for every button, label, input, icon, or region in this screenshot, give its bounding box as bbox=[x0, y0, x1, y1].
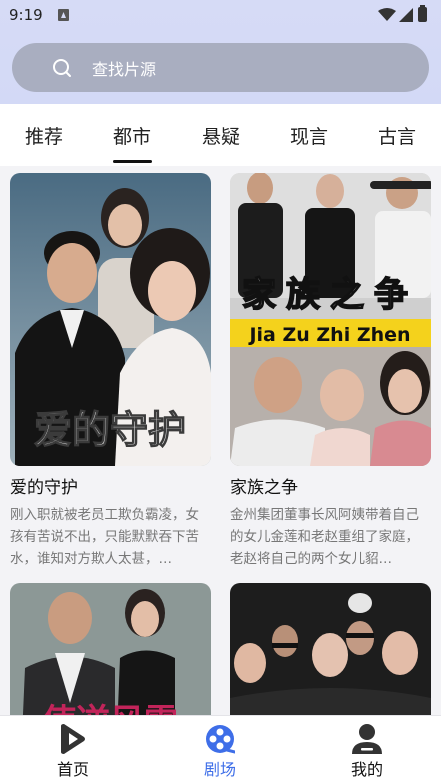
nav-profile-label: 我的 bbox=[350, 760, 383, 779]
drama-poster[interactable]: 爱的守护 bbox=[10, 173, 211, 466]
drama-poster[interactable]: 家族之争 Jia Zu Zhi Zhen bbox=[230, 173, 431, 466]
status-time: 9:19 bbox=[9, 6, 43, 24]
play-icon bbox=[61, 724, 85, 754]
drama-title[interactable]: 爱的守护 bbox=[10, 473, 78, 498]
poster-image bbox=[230, 583, 431, 715]
drama-description: 刚入职就被老员工欺负霸凌，女孩有苦说不出，只能默默吞下苦水，谁知对方欺人太甚，… bbox=[10, 507, 199, 567]
poster-subtitle-text: Jia Zu Zhi Zhen bbox=[247, 324, 410, 346]
poster-title-text: 家族之争 bbox=[242, 275, 418, 315]
active-tab-indicator bbox=[113, 160, 152, 163]
header: 9:19 查找片源 bbox=[0, 0, 441, 104]
poster-image: 爱的守护 bbox=[10, 173, 211, 466]
bottom-navigation: 首页 剧场 我的 bbox=[0, 715, 441, 784]
category-tabs: 推荐 都市 悬疑 现言 古言 bbox=[0, 104, 441, 166]
search-bar[interactable]: 查找片源 bbox=[12, 43, 429, 92]
status-bar: 9:19 bbox=[0, 0, 441, 32]
battery-icon bbox=[418, 5, 427, 22]
tab-suspense[interactable]: 悬疑 bbox=[202, 122, 240, 149]
poster-image: 家族之争 Jia Zu Zhi Zhen bbox=[230, 173, 431, 466]
nav-profile[interactable]: 我的 bbox=[327, 716, 407, 784]
drama-feed: 爱的守护 爱的守护 刚入职就被老员工欺负霸凌，女孩有苦说不出，只能默默吞下苦水，… bbox=[0, 166, 441, 715]
signal-icon bbox=[399, 8, 413, 22]
nav-theater-label: 剧场 bbox=[203, 760, 236, 779]
drama-title[interactable]: 家族之争 bbox=[230, 473, 298, 498]
tab-ancient-romance[interactable]: 古言 bbox=[378, 122, 416, 149]
tab-urban[interactable]: 都市 bbox=[113, 122, 151, 149]
tab-modern-romance[interactable]: 现言 bbox=[290, 122, 328, 149]
drama-poster[interactable] bbox=[230, 583, 431, 715]
nav-home[interactable]: 首页 bbox=[33, 716, 113, 784]
wifi-icon bbox=[378, 8, 396, 21]
sim-card-icon bbox=[58, 9, 69, 21]
search-placeholder: 查找片源 bbox=[92, 60, 157, 79]
drama-description: 金州集团董事长风阿姨带着自己的女儿金莲和老赵重组了家庭，老赵将自己的两个女儿貂… bbox=[230, 507, 419, 567]
tab-recommend[interactable]: 推荐 bbox=[25, 122, 63, 149]
search-icon bbox=[53, 59, 71, 77]
nav-theater[interactable]: 剧场 bbox=[180, 716, 260, 784]
nav-home-label: 首页 bbox=[56, 760, 89, 779]
drama-poster[interactable]: 使逆风雷 bbox=[10, 583, 211, 715]
person-icon bbox=[352, 724, 382, 754]
film-reel-icon bbox=[206, 725, 235, 754]
poster-title-text: 爱的守护 bbox=[34, 408, 186, 452]
poster-image: 使逆风雷 bbox=[10, 583, 211, 715]
poster-title-text: 使逆风雷 bbox=[41, 702, 178, 715]
